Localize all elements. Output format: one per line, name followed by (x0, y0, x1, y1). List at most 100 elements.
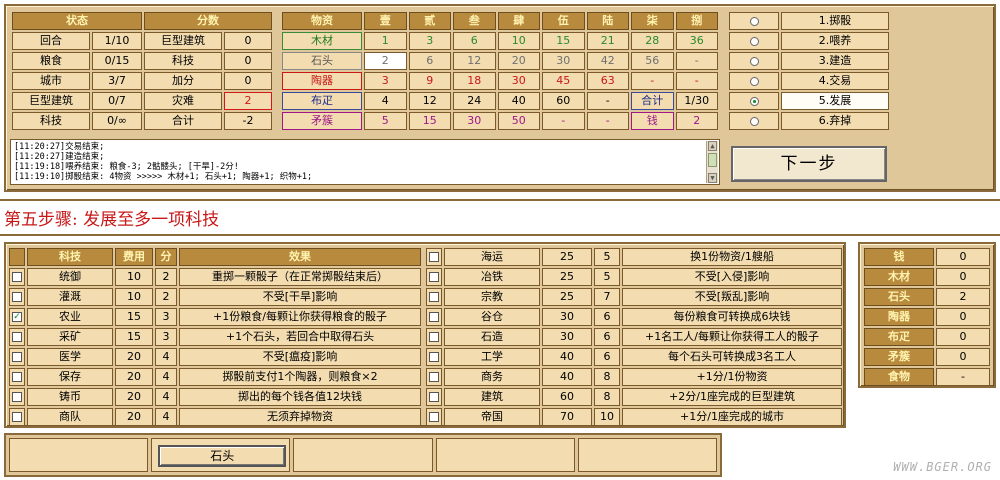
goods-cell: 4 (364, 92, 407, 110)
tech-checkbox[interactable] (429, 412, 439, 422)
tech-checkbox[interactable] (12, 372, 22, 382)
log-scrollbar[interactable]: ▲ ▼ (706, 141, 718, 183)
phase-radio-cell[interactable] (729, 72, 779, 90)
phase-radio[interactable] (749, 96, 759, 106)
phase-selector-wrap: 1.掷骰 2.喂养 3.建造 4.交易 5.发展 6.弃掉 (727, 10, 891, 132)
phase-row[interactable]: 2.喂养 (729, 32, 889, 50)
tech-check-cell[interactable] (9, 368, 25, 386)
tech-check-cell[interactable]: ✓ (9, 308, 25, 326)
tech-row[interactable]: 医学 20 4 不受[瘟疫]影响 (9, 348, 421, 366)
phase-radio[interactable] (749, 116, 759, 126)
tech-checkbox[interactable] (12, 272, 22, 282)
inventory-row: 食物 - (864, 368, 990, 386)
phase-radio[interactable] (749, 56, 759, 66)
phase-radio[interactable] (749, 36, 759, 46)
tech-points: 6 (594, 328, 620, 346)
phase-radio-cell[interactable] (729, 52, 779, 70)
tech-check-cell[interactable] (426, 328, 442, 346)
tech-row[interactable]: ✓ 农业 15 3 +1份粮食/每颗让你获得粮食的骰子 (9, 308, 421, 326)
tech-row[interactable]: 商务 40 8 +1分/1份物资 (426, 368, 842, 386)
tech-check-cell[interactable] (9, 288, 25, 306)
tech-check-cell[interactable] (426, 368, 442, 386)
phase-row[interactable]: 1.掷骰 (729, 12, 889, 30)
tech-checkbox[interactable] (12, 392, 22, 402)
scroll-down-icon[interactable]: ▼ (708, 173, 717, 183)
tech-row[interactable]: 灌溉 10 2 不受[干旱]影响 (9, 288, 421, 306)
tech-checkbox[interactable]: ✓ (12, 312, 22, 322)
phase-row[interactable]: 4.交易 (729, 72, 889, 90)
selection-slot (293, 438, 433, 472)
phase-label[interactable]: 4.交易 (781, 72, 889, 90)
tech-row[interactable]: 谷仓 30 6 每份粮食可转换成6块钱 (426, 308, 842, 326)
tech-check-cell[interactable] (426, 408, 442, 426)
tech-checkbox[interactable] (429, 372, 439, 382)
tech-check-cell[interactable] (426, 308, 442, 326)
stone-button[interactable]: 石头 (158, 445, 287, 467)
tech-row[interactable]: 冶铁 25 5 不受[入侵]影响 (426, 268, 842, 286)
tech-check-cell[interactable] (426, 248, 442, 266)
phase-row[interactable]: 3.建造 (729, 52, 889, 70)
tech-check-cell[interactable] (9, 268, 25, 286)
tech-row[interactable]: 宗教 25 7 不受[叛乱]影响 (426, 288, 842, 306)
phase-label[interactable]: 1.掷骰 (781, 12, 889, 30)
selection-slot (435, 438, 575, 472)
divider-top (0, 199, 1000, 201)
phase-radio-cell[interactable] (729, 112, 779, 130)
tech-row[interactable]: 帝国 70 10 +1分/1座完成的城市 (426, 408, 842, 426)
tech-check-cell[interactable] (426, 388, 442, 406)
tech-check-cell[interactable] (9, 408, 25, 426)
tech-points: 2 (155, 288, 177, 306)
tech-row[interactable]: 建筑 60 8 +2分/1座完成的巨型建筑 (426, 388, 842, 406)
tech-points: 4 (155, 348, 177, 366)
tech-points: 3 (155, 308, 177, 326)
phase-radio-cell[interactable] (729, 92, 779, 110)
tech-row[interactable]: 采矿 15 3 +1个石头，若回合中取得石头 (9, 328, 421, 346)
phase-radio[interactable] (749, 76, 759, 86)
tech-checkbox[interactable] (429, 392, 439, 402)
event-log[interactable]: [11:20:27]交易结束; [11:20:27]建造结束; [11:19:18]… (10, 139, 720, 185)
score-label: 合计 (144, 112, 222, 130)
tech-cost: 20 (115, 348, 153, 366)
phase-radio-cell[interactable] (729, 12, 779, 30)
phase-row[interactable]: 5.发展 (729, 92, 889, 110)
tech-effect: 掷出的每个钱各值12块钱 (179, 388, 421, 406)
tech-row[interactable]: 保存 20 4 掷骰前支付1个陶器，则粮食×2 (9, 368, 421, 386)
phase-label[interactable]: 2.喂养 (781, 32, 889, 50)
phase-label[interactable]: 6.弃掉 (781, 112, 889, 130)
phase-label[interactable]: 3.建造 (781, 52, 889, 70)
tech-checkbox[interactable] (429, 332, 439, 342)
tech-check-cell[interactable] (426, 288, 442, 306)
tech-check-cell[interactable] (9, 388, 25, 406)
tech-checkbox[interactable] (429, 312, 439, 322)
tech-check-cell[interactable] (426, 268, 442, 286)
scroll-thumb[interactable] (708, 153, 717, 167)
phase-selector: 1.掷骰 2.喂养 3.建造 4.交易 5.发展 6.弃掉 (727, 10, 891, 132)
tech-checkbox[interactable] (12, 412, 22, 422)
scroll-up-icon[interactable]: ▲ (708, 141, 717, 151)
tech-row[interactable]: 工学 40 6 每个石头可转换成3名工人 (426, 348, 842, 366)
tech-checkbox[interactable] (429, 292, 439, 302)
tech-checkbox[interactable] (429, 352, 439, 362)
phase-radio[interactable] (749, 16, 759, 26)
tech-points: 7 (594, 288, 620, 306)
tech-cost: 25 (542, 268, 592, 286)
goods-cell: 10 (497, 32, 540, 50)
tech-row[interactable]: 海运 25 5 换1份物资/1艘船 (426, 248, 842, 266)
tech-row[interactable]: 统御 10 2 重掷一颗骰子（在正常掷骰结束后） (9, 268, 421, 286)
goods-header-row: 物资壹贰叁肆伍陆柒捌 (282, 12, 718, 30)
phase-row[interactable]: 6.弃掉 (729, 112, 889, 130)
tech-checkbox[interactable] (429, 252, 439, 262)
tech-check-cell[interactable] (9, 348, 25, 366)
tech-checkbox[interactable] (12, 332, 22, 342)
tech-checkbox[interactable] (12, 292, 22, 302)
tech-row[interactable]: 石造 30 6 +1名工人/每颗让你获得工人的骰子 (426, 328, 842, 346)
phase-radio-cell[interactable] (729, 32, 779, 50)
tech-checkbox[interactable] (429, 272, 439, 282)
tech-row[interactable]: 铸币 20 4 掷出的每个钱各值12块钱 (9, 388, 421, 406)
tech-check-cell[interactable] (9, 328, 25, 346)
tech-row[interactable]: 商队 20 4 无须弃掉物资 (9, 408, 421, 426)
phase-label[interactable]: 5.发展 (781, 92, 889, 110)
tech-check-cell[interactable] (426, 348, 442, 366)
tech-checkbox[interactable] (12, 352, 22, 362)
next-step-button[interactable]: 下一步 (731, 146, 887, 182)
